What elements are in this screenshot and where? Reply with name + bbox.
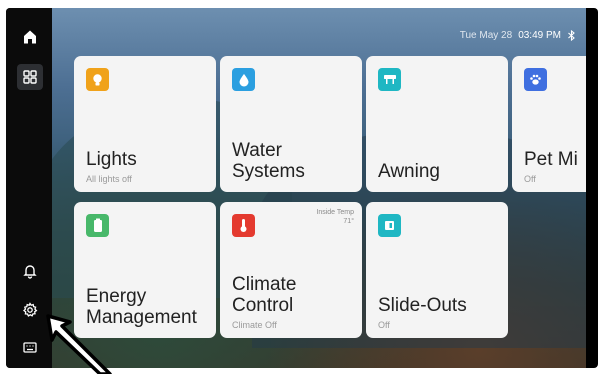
grid-icon [23,70,37,84]
alerts-button[interactable] [17,258,43,284]
paw-icon [524,68,547,91]
settings-button[interactable] [17,297,43,323]
gear-icon [22,302,38,317]
tile-title: Climate Control [232,274,297,316]
lights-tile[interactable]: Lights All lights off [74,56,216,192]
bluetooth-icon [568,30,575,41]
water-systems-tile[interactable]: Water Systems [220,56,362,192]
bell-icon [23,265,37,279]
battery-icon [86,214,109,237]
awning-tile[interactable]: Awning [366,56,508,192]
climate-control-tile[interactable]: Inside Temp 71° Climate Control Climate … [220,202,362,338]
tile-title: Water Systems [232,140,305,182]
home-icon [24,30,36,44]
tile-status: Off [378,320,390,330]
tile-status: Off [524,174,536,184]
tile-title: Pet Mi [524,149,578,170]
keyboard-icon [23,342,37,353]
dashboard-button[interactable] [17,64,43,90]
lightbulb-icon [86,68,109,91]
inside-temp: Inside Temp 71° [316,209,354,225]
keyboard-button[interactable] [17,334,43,360]
time-label: 03:49 PM [518,30,561,41]
tile-title: Lights [86,149,137,170]
tile-status: All lights off [86,174,132,184]
pointer-arrow [46,314,112,374]
status-bar: Tue May 28 03:49 PM [460,30,576,41]
awning-icon [378,68,401,91]
thermometer-icon [232,214,255,237]
date-label: Tue May 28 [459,30,513,41]
pet-minder-tile[interactable]: Pet Mi Off [512,56,586,192]
tile-title: Slide-Outs [378,295,467,316]
water-drop-icon [232,68,255,91]
tile-status: Climate Off [232,320,277,330]
slide-outs-tile[interactable]: Slide-Outs Off [366,202,508,338]
home-button[interactable] [17,24,43,50]
tile-title: Awning [378,161,440,182]
dashboard-screen: Tue May 28 03:49 PM Lights All lights of… [52,8,586,368]
slide-out-icon [378,214,401,237]
